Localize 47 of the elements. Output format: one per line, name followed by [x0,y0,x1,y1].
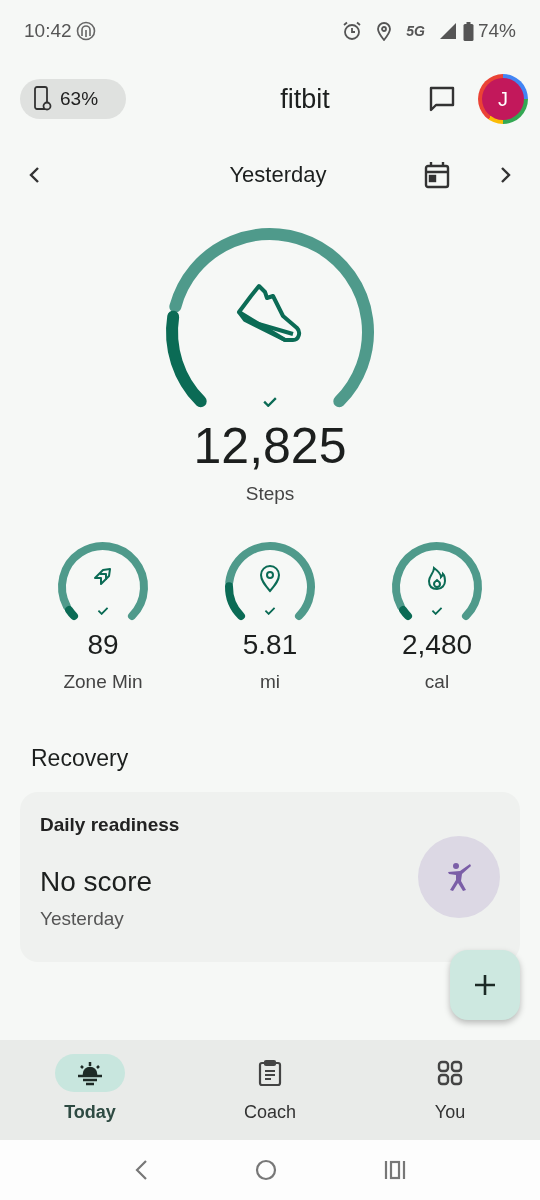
location-pin-icon [258,565,282,594]
fingerprint-icon [75,21,96,41]
check-icon [264,606,276,616]
readiness-score: No score [40,866,153,899]
back-icon[interactable] [133,1159,148,1181]
signal-icon [438,22,457,40]
steps-label: Steps [245,483,295,506]
battery-level: 74% [477,20,516,42]
recents-icon[interactable] [384,1160,407,1180]
readiness-card[interactable]: Daily readiness No score Yesterday [20,792,520,963]
section-title: Recovery [31,745,130,773]
device-battery-button[interactable]: 63% [20,79,126,119]
nav-tab[interactable]: You [360,1040,540,1140]
chevron-right-icon [498,166,512,184]
nav-tab[interactable]: Coach [180,1040,360,1140]
chevron-left-icon [28,166,42,184]
app-title: fitbit [279,83,331,115]
metric-label: mi [259,671,281,694]
chat-bubble-icon [428,85,456,113]
watch-battery-icon [34,86,52,112]
date-label: Yesterday [228,162,328,188]
check-icon [431,606,443,616]
network-type: 5G [406,23,425,39]
location-icon [376,21,393,41]
metric-value: 89 [87,629,119,662]
check-icon [263,396,277,408]
battery-icon [462,21,474,41]
nav-tab[interactable]: Today [0,1040,180,1140]
clipboard-icon [257,1059,283,1087]
grid-icon [436,1059,464,1087]
home-icon[interactable] [255,1159,277,1181]
metric-value: 5.81 [242,629,298,662]
check-icon [97,606,109,616]
plus-icon [474,974,496,996]
metric-label: cal [424,671,450,694]
steps-count: 12,825 [193,417,347,476]
figure-icon [446,862,472,893]
alarm-icon [342,21,363,41]
calendar-icon [424,161,450,189]
metric-value: 2,480 [401,629,473,662]
profile-avatar[interactable]: J [478,74,528,124]
card-title: Daily readiness [40,814,180,837]
status-time: 10:42 [24,20,72,42]
sunrise-icon [75,1060,105,1086]
metric-label: Zone Min [63,671,143,694]
flame-icon [426,565,448,592]
readiness-date: Yesterday [40,908,124,931]
